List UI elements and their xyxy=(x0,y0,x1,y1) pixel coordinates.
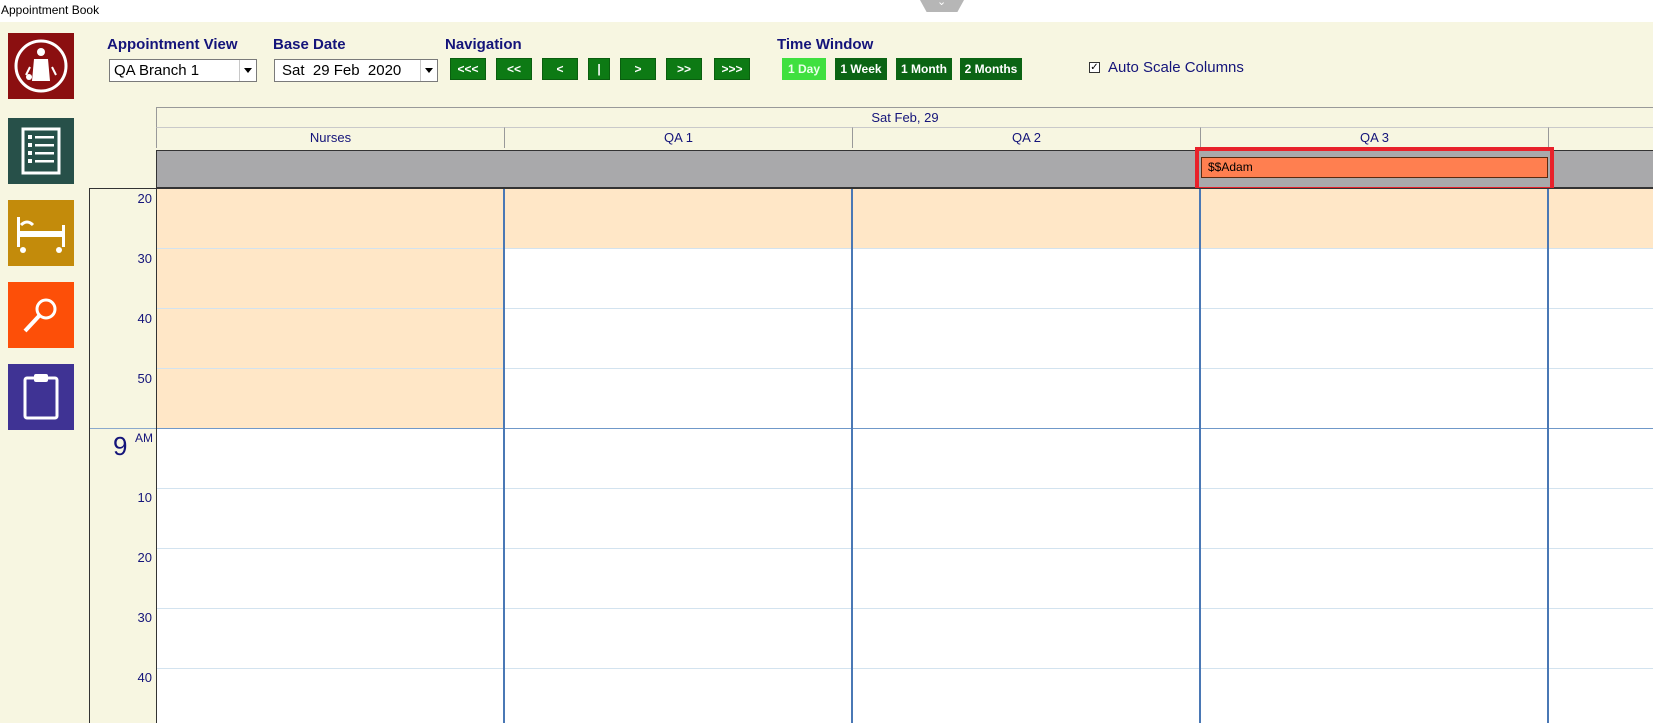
time-label: 20 xyxy=(137,191,152,206)
list-icon xyxy=(21,127,61,175)
column-header-nurses[interactable]: Nurses xyxy=(156,127,504,148)
column-header-qa-3[interactable]: QA 3 xyxy=(1200,127,1548,148)
search-button[interactable] xyxy=(8,282,74,348)
list-button[interactable] xyxy=(8,118,74,184)
time-window-label: Time Window xyxy=(777,36,874,53)
auto-scale-label: Auto Scale Columns xyxy=(1108,59,1244,76)
beds-button[interactable] xyxy=(8,200,74,266)
appointment-view-value: QA Branch 1 xyxy=(114,62,200,79)
column-qa-1 xyxy=(503,189,505,723)
slot-divider xyxy=(156,368,1653,369)
navigation-label: Navigation xyxy=(445,36,522,53)
organisation-logo-button[interactable] xyxy=(8,33,74,99)
slot-divider xyxy=(156,608,1653,609)
nav-first-button[interactable]: <<< xyxy=(450,58,486,80)
slot-divider xyxy=(156,488,1653,489)
nav-prev-far-button[interactable]: << xyxy=(496,58,532,80)
clipboard-icon xyxy=(23,374,59,420)
nav-prev-button[interactable]: < xyxy=(542,58,578,80)
organisation-logo-icon xyxy=(14,39,68,93)
selection-highlight xyxy=(1195,147,1554,191)
time-label: 10 xyxy=(137,490,152,505)
unavailable-block-qa-1[interactable] xyxy=(504,189,852,248)
time-gutter: 20 30 40 50 9 AM 10 20 30 40 xyxy=(89,188,157,723)
nav-today-button[interactable]: | xyxy=(588,58,610,80)
unavailable-block-qa-3[interactable] xyxy=(1200,189,1548,248)
nav-next-button[interactable]: > xyxy=(620,58,656,80)
slot-divider xyxy=(156,548,1653,549)
column-qa-3 xyxy=(1199,189,1201,723)
base-date-label: Base Date xyxy=(273,36,346,53)
slot-divider xyxy=(156,248,1653,249)
appointment-view-label: Appointment View xyxy=(107,36,238,53)
dropdown-arrow-icon[interactable] xyxy=(420,60,437,81)
window-title: Appointment Book xyxy=(0,0,1653,22)
unavailable-block-next[interactable] xyxy=(1548,189,1653,248)
nav-next-far-button[interactable]: >> xyxy=(666,58,702,80)
column-qa-2 xyxy=(851,189,853,723)
appointment-view-select[interactable]: QA Branch 1 xyxy=(109,59,257,82)
time-window-1-week-button[interactable]: 1 Week xyxy=(835,58,887,80)
schedule-grid[interactable] xyxy=(156,188,1653,723)
base-date-picker[interactable]: Sat 29 Feb 2020 xyxy=(274,59,438,82)
ampm-label: AM xyxy=(135,431,153,445)
collapse-toolbar-toggle[interactable]: ⌄ xyxy=(920,0,964,12)
dropdown-arrow-icon[interactable] xyxy=(239,60,256,81)
chevron-down-icon: ⌄ xyxy=(937,0,947,8)
time-window-1-day-button[interactable]: 1 Day xyxy=(782,58,826,80)
time-label: 20 xyxy=(137,550,152,565)
clipboard-button[interactable] xyxy=(8,364,74,430)
time-label: 50 xyxy=(137,371,152,386)
nav-last-button[interactable]: >>> xyxy=(714,58,750,80)
base-date-value: Sat 29 Feb 2020 xyxy=(282,62,402,79)
time-label: 40 xyxy=(137,670,152,685)
column-header-next xyxy=(1548,127,1653,148)
time-label: 40 xyxy=(137,311,152,326)
date-header: Sat Feb, 29 xyxy=(156,107,1653,127)
column-header-qa-2[interactable]: QA 2 xyxy=(852,127,1200,148)
time-window-1-month-button[interactable]: 1 Month xyxy=(896,58,952,80)
hour-divider xyxy=(90,428,157,429)
hospital-bed-icon xyxy=(17,217,65,253)
slot-divider xyxy=(156,308,1653,309)
auto-scale-columns-option[interactable]: ✓ Auto Scale Columns xyxy=(1089,59,1244,76)
time-label: 30 xyxy=(137,251,152,266)
search-icon xyxy=(23,298,57,333)
hour-label: 9 xyxy=(113,431,128,461)
column-header-qa-1[interactable]: QA 1 xyxy=(504,127,852,148)
time-window-2-months-button[interactable]: 2 Months xyxy=(960,58,1022,80)
time-label: 30 xyxy=(137,610,152,625)
column-next xyxy=(1547,189,1549,723)
auto-scale-checkbox[interactable]: ✓ xyxy=(1089,62,1100,73)
unavailable-block-qa-2[interactable] xyxy=(852,189,1200,248)
slot-divider xyxy=(156,668,1653,669)
column-nurses xyxy=(156,189,157,723)
hour-divider xyxy=(156,428,1653,429)
